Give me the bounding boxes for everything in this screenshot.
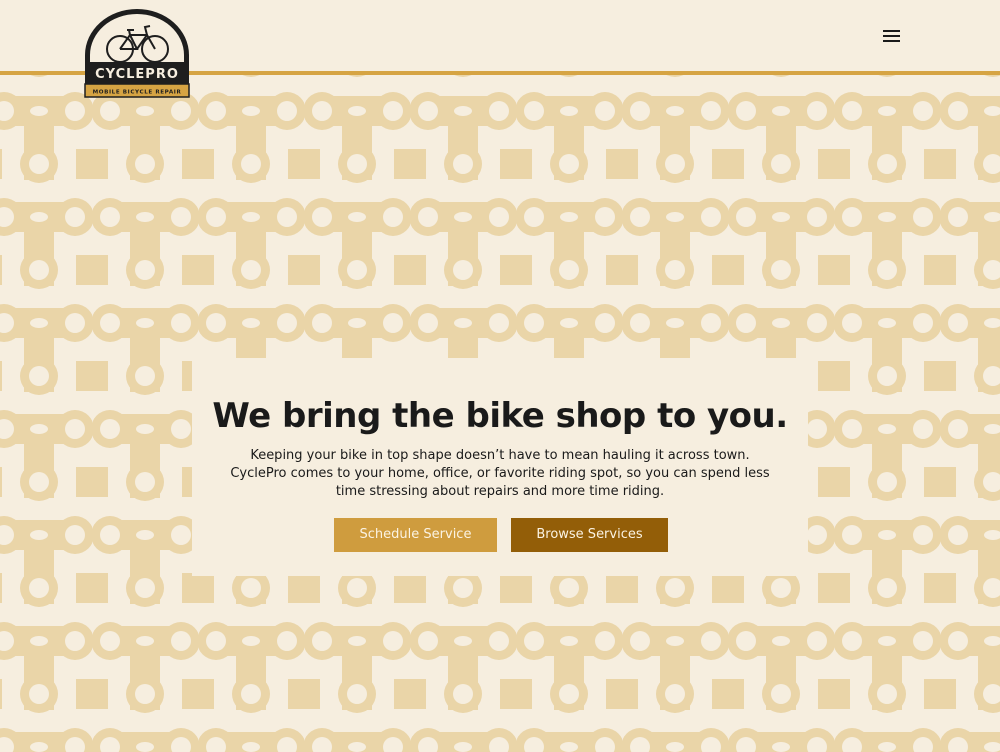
logo-brand-name: CYCLEPRO [95, 67, 179, 82]
schedule-service-button[interactable]: Schedule Service [334, 518, 497, 552]
cyclepro-logo[interactable]: CYCLEPRO MOBILE BICYCLE REPAIR [83, 9, 191, 99]
logo-tagline: MOBILE BICYCLE REPAIR [93, 90, 182, 96]
hero-description: Keeping your bike in top shape doesn’t h… [230, 448, 770, 499]
browse-services-button[interactable]: Browse Services [511, 518, 668, 552]
hero-card: We bring the bike shop to you. Keeping y… [192, 358, 808, 576]
hamburger-menu-icon[interactable] [883, 28, 901, 44]
hero-title: We bring the bike shop to you. [212, 396, 788, 436]
